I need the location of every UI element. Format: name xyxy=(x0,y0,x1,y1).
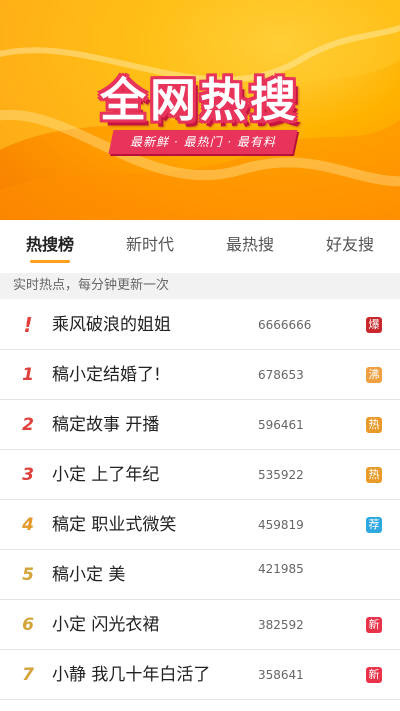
item-title: 乘风破浪的姐姐 xyxy=(52,315,171,335)
update-notice: 实时热点，每分钟更新一次 xyxy=(0,273,400,299)
item-count: 678653 xyxy=(258,368,304,382)
item-count: 6666666 xyxy=(258,318,312,332)
hot-search-list: ! 乘风破浪的姐姐 6666666 爆 1 稿小定结婚了! 678653 沸 2… xyxy=(0,300,400,700)
rank-number: 4 xyxy=(22,515,34,535)
tab-hot-search[interactable]: 热搜榜 xyxy=(0,220,100,270)
list-item[interactable]: 1 稿小定结婚了! 678653 沸 xyxy=(0,350,400,400)
tab-new-era[interactable]: 新时代 xyxy=(100,220,200,270)
banner-subtitle-ribbon: 最新鲜 · 最热门 · 最有料 xyxy=(108,130,298,154)
banner-title: 全网热搜 xyxy=(100,73,300,127)
item-count: 421985 xyxy=(258,562,304,576)
hot-badge-icon: 热 xyxy=(366,417,382,433)
item-title: 小定 上了年纪 xyxy=(52,465,160,485)
item-title: 稿小定结婚了! xyxy=(52,365,161,385)
item-count: 535922 xyxy=(258,468,304,482)
rank-number: 5 xyxy=(22,565,34,585)
new-badge-icon: 新 xyxy=(366,667,382,683)
item-title: 稿小定 美 xyxy=(52,565,126,585)
explode-badge-icon: 爆 xyxy=(366,317,382,333)
rank-number: 7 xyxy=(22,665,34,685)
item-count: 596461 xyxy=(258,418,304,432)
list-item[interactable]: 3 小定 上了年纪 535922 热 xyxy=(0,450,400,500)
rank-number: ! xyxy=(23,313,33,337)
item-title: 小静 我几十年白活了 xyxy=(52,665,211,685)
list-item[interactable]: 2 稿定故事 开播 596461 热 xyxy=(0,400,400,450)
tab-friends-search[interactable]: 好友搜 xyxy=(300,220,400,270)
hot-badge-icon: 热 xyxy=(366,467,382,483)
list-item[interactable]: ! 乘风破浪的姐姐 6666666 爆 xyxy=(0,300,400,350)
recommend-badge-icon: 荐 xyxy=(366,517,382,533)
list-item[interactable]: 4 稿定 职业式微笑 459819 荐 xyxy=(0,500,400,550)
item-count: 358641 xyxy=(258,668,304,682)
item-title: 稿定故事 开播 xyxy=(52,415,160,435)
tab-bar: 热搜榜 新时代 最热搜 好友搜 xyxy=(0,220,400,270)
item-count: 459819 xyxy=(258,518,304,532)
item-title: 稿定 职业式微笑 xyxy=(52,515,177,535)
item-count: 382592 xyxy=(258,618,304,632)
list-item[interactable]: 6 小定 闪光衣裙 382592 新 xyxy=(0,600,400,650)
tab-hottest[interactable]: 最热搜 xyxy=(200,220,300,270)
rank-number: 6 xyxy=(22,615,34,635)
rank-number: 3 xyxy=(22,465,34,485)
banner-subtitle: 最新鲜 · 最热门 · 最有料 xyxy=(130,135,276,149)
item-title: 小定 闪光衣裙 xyxy=(52,615,160,635)
rank-number: 1 xyxy=(22,365,34,385)
new-badge-icon: 新 xyxy=(366,617,382,633)
list-item[interactable]: 7 小静 我几十年白活了 358641 新 xyxy=(0,650,400,700)
hero-banner: 全网热搜 最新鲜 · 最热门 · 最有料 xyxy=(0,0,400,220)
rank-number: 2 xyxy=(22,415,34,435)
boil-badge-icon: 沸 xyxy=(366,367,382,383)
list-item[interactable]: 5 稿小定 美 421985 xyxy=(0,550,400,600)
